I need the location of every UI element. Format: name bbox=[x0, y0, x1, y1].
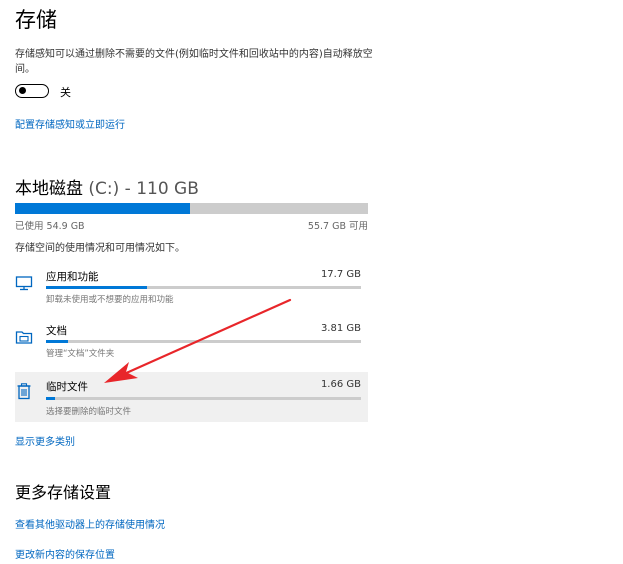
category-usage-bar-fill bbox=[46, 397, 56, 400]
drive-usage-bar-fill bbox=[15, 203, 191, 214]
storage-sense-description: 存储感知可以通过删除不需要的文件(例如临时文件和回收站中的内容)自动释放空间。 bbox=[15, 49, 373, 75]
category-description: 管理“文档”文件夹 bbox=[46, 349, 115, 359]
category-description: 选择要删除的临时文件 bbox=[46, 407, 132, 417]
drive-free-label: 55.7 GB 可用 bbox=[307, 221, 368, 232]
category-name: 文档 bbox=[46, 325, 67, 337]
page-title: 存储 bbox=[15, 8, 57, 32]
category-size: 17.7 GB bbox=[320, 269, 361, 280]
category-size: 1.66 GB bbox=[320, 379, 361, 390]
toggle-state-label: 关 bbox=[60, 86, 71, 99]
show-more-categories-link[interactable]: 显示更多类别 bbox=[15, 433, 75, 448]
view-other-drives-link[interactable]: 查看其他驱动器上的存储使用情况 bbox=[15, 516, 165, 531]
drive-capacity: (C:) - 110 GB bbox=[88, 179, 199, 199]
category-usage-bar bbox=[46, 340, 361, 343]
category-usage-bar bbox=[46, 397, 361, 400]
category-name: 临时文件 bbox=[46, 381, 88, 393]
drive-usage-bar bbox=[15, 203, 368, 214]
documents-folder-icon bbox=[15, 331, 33, 344]
change-save-location-link[interactable]: 更改新内容的保存位置 bbox=[15, 546, 115, 561]
drive-name: 本地磁盘 bbox=[15, 179, 83, 199]
category-temporary-files[interactable]: 临时文件 1.66 GB 选择要删除的临时文件 bbox=[15, 372, 368, 422]
category-usage-bar bbox=[46, 286, 361, 289]
category-size: 3.81 GB bbox=[320, 323, 361, 334]
category-apps[interactable]: 应用和功能 17.7 GB 卸载未使用或不想要的应用和功能 bbox=[15, 266, 368, 316]
category-usage-bar-fill bbox=[46, 340, 69, 343]
monitor-icon bbox=[15, 276, 33, 291]
category-description: 卸载未使用或不想要的应用和功能 bbox=[46, 295, 174, 305]
drive-used-label: 已使用 54.9 GB bbox=[15, 221, 85, 232]
more-settings-title: 更多存储设置 bbox=[15, 483, 112, 502]
drive-usage-note: 存储空间的使用情况和可用情况如下。 bbox=[15, 243, 185, 254]
toggle-knob bbox=[19, 87, 26, 94]
category-name: 应用和功能 bbox=[46, 271, 99, 283]
category-usage-bar-fill bbox=[46, 286, 147, 289]
configure-storage-sense-link[interactable]: 配置存储感知或立即运行 bbox=[15, 116, 125, 131]
drive-title: 本地磁盘 (C:) - 110 GB bbox=[15, 174, 199, 199]
category-documents[interactable]: 文档 3.81 GB 管理“文档”文件夹 bbox=[15, 320, 368, 370]
storage-sense-toggle[interactable] bbox=[15, 84, 49, 98]
trash-icon bbox=[17, 383, 31, 400]
